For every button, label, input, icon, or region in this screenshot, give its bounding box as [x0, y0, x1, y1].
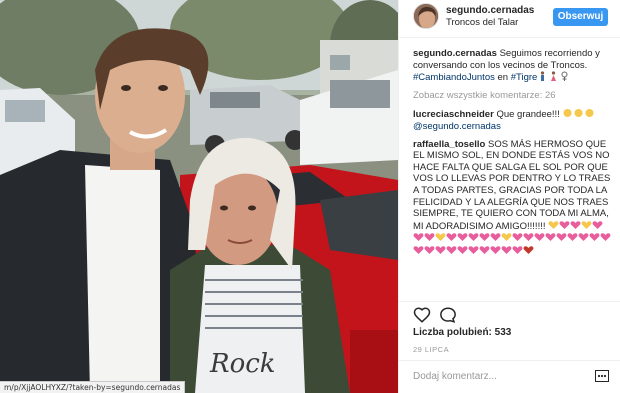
heart-emoji-icon: [570, 220, 581, 229]
post-date: 29 LIPCA: [413, 345, 450, 354]
comment-text: SOS MÁS HERMOSO QUE EL MISMO SOL, EN DON…: [413, 138, 611, 232]
divider: [399, 360, 620, 361]
heart-emoji-icon: [545, 233, 556, 242]
heart-emoji-icon: [512, 233, 523, 242]
more-dots-icon[interactable]: [595, 370, 609, 382]
heart-emoji-icon: [556, 233, 567, 242]
heart-emoji-icon: [559, 220, 570, 229]
caption-emoji: [537, 71, 570, 83]
likes-count[interactable]: Liczba polubień: 533: [413, 327, 511, 338]
heart-emoji-icon: [435, 233, 446, 242]
hashtag-cambiandojuntos[interactable]: #CambiandoJuntos: [413, 72, 495, 83]
heart-emoji-icon: [490, 246, 501, 254]
comments-list[interactable]: segundo.cernadas Seguimos recorriendo y …: [413, 48, 611, 300]
heart-emoji-icon: [548, 220, 559, 229]
clap-icon: [585, 109, 594, 118]
heart-emoji-icon: [512, 246, 523, 254]
header-username[interactable]: segundo.cernadas: [446, 5, 534, 16]
female-sign-icon: [561, 71, 568, 82]
heart-emoji-icon: [501, 246, 512, 254]
hashtag-tigre[interactable]: #Tigre: [511, 72, 538, 83]
likes-label: Liczba polubień:: [413, 327, 492, 338]
heart-emoji-icon: [523, 233, 534, 242]
likes-number: 533: [494, 327, 512, 338]
comment-username[interactable]: lucreciaschneider: [413, 109, 494, 120]
heart-emoji-icon: [479, 233, 490, 242]
heart-emoji-icon: [479, 246, 490, 254]
heart-emoji-icon: [501, 233, 512, 242]
heart-emoji-icon: [589, 233, 600, 242]
caption-username[interactable]: segundo.cernadas: [413, 48, 497, 59]
post-image: Rock: [0, 0, 398, 393]
heart-emoji-icon: [600, 233, 611, 242]
post-header: segundo.cernadas Troncos del Talar Obser…: [399, 0, 620, 38]
heart-emoji-icon: [424, 246, 435, 254]
comment: raffaella_tosello SOS MÁS HERMOSO QUE EL…: [413, 139, 611, 258]
woman-emoji-icon: [551, 71, 557, 82]
heart-emoji-icon: [446, 246, 457, 254]
comment-mention[interactable]: @segundo.cernadas: [413, 121, 501, 132]
comment-text: Que grandee!!!: [496, 109, 560, 121]
heart-emoji-icon: [424, 233, 435, 242]
heart-emoji-icon: [413, 246, 424, 254]
follow-button[interactable]: Obserwuj: [553, 8, 608, 26]
post-photo[interactable]: Rock m/p/XjjAOLHYXZ/?taken-by=segundo.ce…: [0, 0, 398, 393]
heart-emoji-icon: [446, 233, 457, 242]
heart-emoji-icon: [592, 220, 603, 229]
post-side-panel: segundo.cernadas Troncos del Talar Obser…: [398, 0, 620, 393]
heart-emoji-icon: [457, 246, 468, 254]
caption-text-en: en: [497, 72, 509, 84]
heart-emoji-icon: [457, 233, 468, 242]
clap-icon: [574, 109, 583, 118]
heart-emoji-icon: [567, 233, 578, 242]
heart-emoji-icon: [578, 233, 589, 242]
divider: [399, 301, 620, 302]
load-more-comments[interactable]: Zobacz wszystkie komentarze: 26: [413, 90, 611, 102]
avatar[interactable]: [413, 3, 439, 29]
comment-icon[interactable]: [439, 306, 457, 324]
caption: segundo.cernadas Seguimos recorriendo y …: [413, 48, 611, 84]
heart-emoji-icon: [523, 246, 534, 254]
comment-username[interactable]: raffaella_tosello: [413, 139, 485, 150]
comment: lucreciaschneider Que grandee!!! @segund…: [413, 108, 611, 132]
heart-emoji-icon: [468, 246, 479, 254]
svg-text:Rock: Rock: [209, 349, 276, 379]
add-comment-input[interactable]: Dodaj komentarz...: [413, 371, 497, 382]
heart-emoji-icon: [490, 233, 501, 242]
clap-icon: [563, 109, 572, 118]
heart-emoji-icon: [581, 220, 592, 229]
heart-emoji-icon: [435, 246, 446, 254]
status-bar-url: m/p/XjjAOLHYXZ/?taken-by=segundo.cernada…: [0, 381, 186, 393]
person-emoji-icon: [541, 71, 545, 82]
heart-icon[interactable]: [413, 306, 431, 324]
header-location[interactable]: Troncos del Talar: [446, 17, 518, 28]
heart-emoji-icon: [534, 233, 545, 242]
heart-emoji-icon: [468, 233, 479, 242]
clap-emojis: [562, 109, 595, 120]
heart-emoji-icon: [413, 233, 424, 242]
